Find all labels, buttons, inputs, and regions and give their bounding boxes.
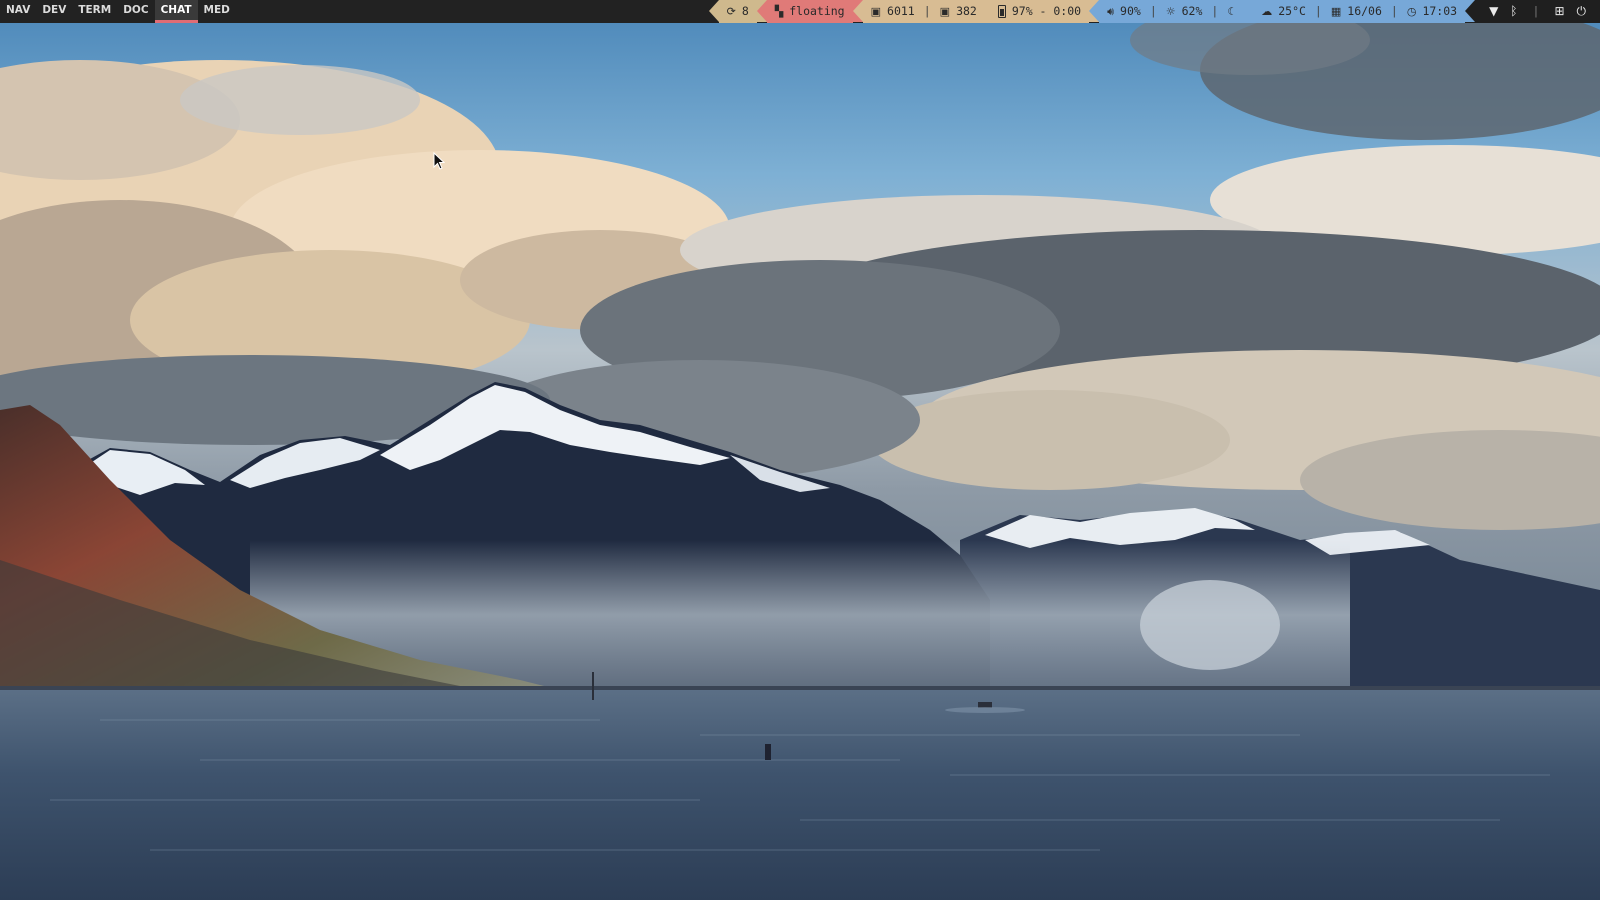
refresh-icon: ⟳: [726, 5, 736, 18]
memory-icon: ▣: [870, 5, 882, 18]
date-value: 16/06: [1347, 4, 1382, 18]
volume-value: 90%: [1120, 4, 1141, 18]
sun-icon: ☼: [1165, 5, 1176, 18]
divider: |: [1149, 4, 1157, 18]
separator-arrow: [1465, 0, 1476, 22]
calendar-icon: ▦: [1330, 5, 1342, 18]
mouse-pointer-icon: [433, 151, 446, 174]
layout-name: floating: [789, 4, 845, 18]
workspace-dev[interactable]: DEV: [36, 0, 72, 23]
moon-icon: ☾: [1227, 5, 1238, 18]
clock-icon: ◷: [1406, 5, 1417, 18]
updates-widget[interactable]: ⟳ 8: [718, 0, 757, 23]
battery-value: 97% - 0:00: [1011, 4, 1082, 18]
divider: |: [1532, 4, 1540, 18]
system-tray: ▼ ᛒ | ⊞ ⏻: [1475, 0, 1600, 23]
memory-widget[interactable]: ▣ 6011 | ▣ 382 97% - 0:00: [862, 0, 1090, 23]
workspace-term[interactable]: TERM: [72, 0, 117, 23]
brightness-value: 62%: [1181, 4, 1203, 18]
bluetooth-icon[interactable]: ᛒ: [1510, 0, 1517, 23]
wifi-icon[interactable]: ▼: [1489, 0, 1498, 23]
divider: |: [1390, 4, 1398, 18]
workspace-nav[interactable]: NAV: [0, 0, 36, 23]
divider: |: [1314, 4, 1322, 18]
media-controls-widget[interactable]: 🔊︎ 90% | ☼ 62% | ☾ ☁ 25°C | ▦ 16/06 | ◷ …: [1099, 0, 1466, 23]
memory-icon: ▣: [939, 5, 951, 18]
separator-arrow: [1089, 0, 1100, 22]
divider: |: [1211, 4, 1219, 18]
speaker-icon: 🔊︎: [1107, 5, 1115, 18]
separator-arrow: [708, 0, 719, 22]
status-area: ⟳ 8 ▚ floating ▣ 6011 | ▣ 382 97% - 0:00…: [708, 0, 1600, 23]
swap-value: 382: [956, 4, 977, 18]
layout-widget[interactable]: ▚ floating: [766, 0, 853, 23]
time-value: 17:03: [1422, 4, 1458, 18]
workspace-med[interactable]: MED: [198, 0, 236, 23]
workspace-list: NAV DEV TERM DOC CHAT MED: [0, 0, 236, 23]
desktop-wallpaper: [0, 0, 1600, 900]
battery-icon: [997, 5, 1006, 18]
memory-value: 6011: [887, 4, 915, 18]
divider: |: [923, 4, 931, 18]
workspace-doc[interactable]: DOC: [117, 0, 154, 23]
workspace-chat[interactable]: CHAT: [154, 0, 198, 23]
plus-icon[interactable]: ⊞: [1554, 0, 1564, 23]
weather-value: 25°C: [1278, 4, 1306, 18]
power-icon[interactable]: ⏻: [1577, 0, 1587, 23]
top-status-bar: NAV DEV TERM DOC CHAT MED ⟳ 8 ▚ floating…: [0, 0, 1600, 23]
cloud-icon: ☁: [1261, 5, 1273, 18]
window-icon: ▚: [774, 5, 784, 18]
separator-arrow: [756, 0, 767, 22]
separator-arrow: [852, 0, 863, 22]
updates-count: 8: [741, 4, 749, 18]
